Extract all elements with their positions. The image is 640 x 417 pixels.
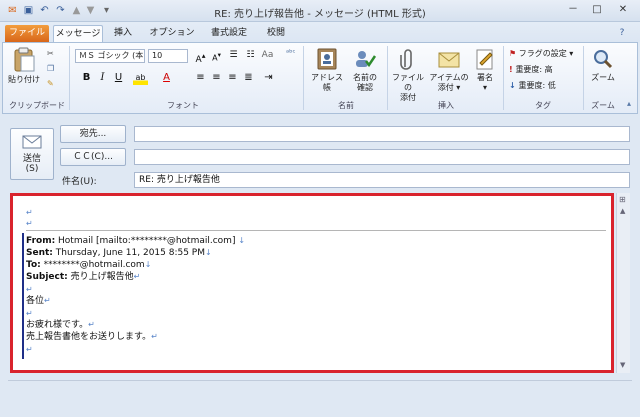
send-button[interactable]: 送信 (S) <box>10 128 54 180</box>
clear-format-icon[interactable]: Aa <box>260 48 275 63</box>
magnifier-icon <box>594 50 613 69</box>
attach-item-button[interactable]: アイテムの 添付 ▾ <box>429 47 469 93</box>
group-divider <box>503 46 504 110</box>
vertical-scrollbar[interactable]: ⊞ ▲ ▼ <box>616 193 630 373</box>
scroll-down-icon[interactable]: ▼ <box>620 361 625 369</box>
quoted-sent-line: Sent: Thursday, June 11, 2015 8:55 PM↓ <box>26 248 212 258</box>
paragraph-mark: ↵ <box>26 208 33 217</box>
signature-icon <box>476 49 493 70</box>
high-importance-button[interactable]: ! 重要度: 高 <box>509 65 553 75</box>
window-title: RE: 売り上げ報告他 - メッセージ (HTML 形式) <box>214 9 426 20</box>
font-color-button[interactable]: A <box>159 70 174 85</box>
group-divider <box>303 46 304 110</box>
group-divider <box>583 46 584 110</box>
follow-up-button[interactable]: ⚑ フラグの設定 ▾ <box>509 49 573 59</box>
underline-button[interactable]: U <box>111 70 126 85</box>
send-envelope-icon <box>22 135 42 149</box>
spell-check-icon[interactable]: ᵃᵇᶜ <box>286 48 296 58</box>
address-book-icon <box>317 48 337 70</box>
quoted-subject-line: Subject: 売り上げ報告他↵ <box>26 272 141 282</box>
maximize-button[interactable]: □ <box>586 2 608 18</box>
bottom-divider <box>8 380 632 388</box>
numbering-icon[interactable]: ☷ <box>243 48 258 63</box>
insert-group-label: 挿入 <box>438 101 454 110</box>
tab-message[interactable]: メッセージ <box>53 25 103 42</box>
check-names-icon <box>356 51 377 68</box>
cc-field[interactable] <box>134 149 630 165</box>
greeting-line: 各位↵ <box>26 296 51 306</box>
clipboard-group-label: クリップボード <box>9 101 65 110</box>
to-field[interactable] <box>134 126 630 142</box>
tab-review[interactable]: 校閲 <box>261 25 291 42</box>
close-button[interactable]: ✕ <box>612 2 634 18</box>
justify-icon[interactable]: ≣ <box>241 70 256 85</box>
quoted-to-line: To: ********@hotmail.com↓ <box>26 260 152 270</box>
font-size-combo[interactable]: 10 <box>148 49 188 63</box>
compose-header: 送信 (S) 宛先... ＣＣ(C)... 件名(U): RE: 売り上げ報告他 <box>2 116 638 190</box>
collapse-ribbon-icon[interactable]: ▴ <box>627 99 631 109</box>
down-arrow-icon: ↓ <box>509 81 519 90</box>
signature-button[interactable]: 署名 ▾ <box>471 47 499 93</box>
paragraph-mark: ↵ <box>26 219 33 228</box>
clipboard-icon <box>14 47 35 72</box>
tab-options[interactable]: オプション <box>148 25 196 42</box>
envelope-icon <box>438 52 460 68</box>
paste-button[interactable]: 貼り付け <box>7 47 41 85</box>
low-importance-button[interactable]: ↓ 重要度: 低 <box>509 81 556 91</box>
to-button[interactable]: 宛先... <box>60 125 126 143</box>
group-divider <box>387 46 388 110</box>
font-name-combo[interactable]: ＭＳ ゴシック (本 <box>75 49 145 63</box>
quote-divider <box>26 230 606 231</box>
quoted-from-line: From: Hotmail [mailto:********@hotmail.c… <box>26 236 246 246</box>
zoom-group-label: ズーム <box>591 101 615 110</box>
group-divider <box>69 46 70 110</box>
scroll-up-icon[interactable]: ▲ <box>620 207 625 215</box>
paragraph-mark: ↵ <box>26 285 33 294</box>
tab-format-text[interactable]: 書式設定 <box>205 25 253 42</box>
ribbon: 貼り付け ✂ ❐ ✎ クリップボード ＭＳ ゴシック (本 10 A▴ A▾ ☰… <box>2 42 638 114</box>
indent-icon[interactable]: ⇥ <box>261 70 276 85</box>
cut-icon[interactable]: ✂ <box>47 49 54 59</box>
zoom-button[interactable]: ズーム <box>585 47 621 83</box>
body-line-1: お疲れ様です。↵ <box>26 320 95 330</box>
copy-icon[interactable]: ❐ <box>47 64 54 74</box>
check-names-button[interactable]: 名前の 確認 <box>347 47 383 93</box>
subject-label: 件名(U): <box>62 177 97 187</box>
highlight-icon[interactable]: ab <box>133 70 148 85</box>
body-line-2: 売上報告書他をお送りします。↵ <box>26 332 158 342</box>
format-painter-icon[interactable]: ✎ <box>47 79 54 89</box>
font-group-label: フォント <box>167 101 199 110</box>
bullets-icon[interactable]: ☰ <box>226 48 241 63</box>
address-book-button[interactable]: アドレス帳 <box>309 47 345 93</box>
title-bar: ✉ ▣ ↶ ↷ ▲ ▼ ▾ RE: 売り上げ報告他 - メッセージ (HTML … <box>0 0 640 22</box>
paragraph-mark: ↵ <box>26 345 33 354</box>
bold-button[interactable]: B <box>79 70 94 85</box>
subject-field[interactable]: RE: 売り上げ報告他 <box>134 172 630 188</box>
tab-file[interactable]: ファイル <box>5 25 49 42</box>
tags-group-label: タグ <box>535 101 551 110</box>
attach-file-button[interactable]: ファイルの 添付 <box>389 47 427 103</box>
paragraph-mark: ↵ <box>26 309 33 318</box>
quote-bar <box>22 233 24 359</box>
paperclip-icon <box>400 49 412 70</box>
grow-font-icon[interactable]: A▴ <box>193 48 208 65</box>
minimize-button[interactable]: － <box>562 2 584 18</box>
italic-button[interactable]: I <box>95 70 110 85</box>
message-body-editor[interactable]: ↵ ↵ From: Hotmail [mailto:********@hotma… <box>10 193 614 373</box>
align-center-icon[interactable]: ≡ <box>209 70 224 85</box>
align-left-icon[interactable]: ≡ <box>193 70 208 85</box>
ruler-toggle-icon[interactable]: ⊞ <box>619 195 626 204</box>
names-group-label: 名前 <box>338 101 354 110</box>
ribbon-tab-bar: ファイル メッセージ 挿入 オプション 書式設定 校閲 ? <box>0 22 640 42</box>
cc-button[interactable]: ＣＣ(C)... <box>60 148 126 166</box>
align-right-icon[interactable]: ≡ <box>225 70 240 85</box>
shrink-font-icon[interactable]: A▾ <box>209 48 224 63</box>
tab-insert[interactable]: 挿入 <box>108 25 138 42</box>
help-icon[interactable]: ? <box>614 25 630 42</box>
flag-icon: ⚑ <box>509 49 519 58</box>
